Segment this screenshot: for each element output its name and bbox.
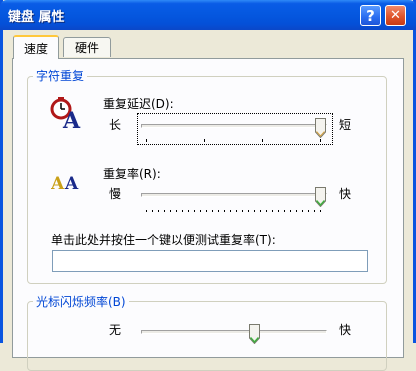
delay-tick-0 xyxy=(146,139,147,142)
close-icon: ✕ xyxy=(390,8,401,23)
help-button[interactable]: ? xyxy=(360,5,381,26)
cursor-blink-group xyxy=(27,301,387,371)
delay-tick-2 xyxy=(262,139,263,142)
char-repeat-group-title: 字符重复 xyxy=(33,67,88,84)
window-title: 键盘 属性 xyxy=(8,10,65,25)
repeat-delay-slider-track[interactable] xyxy=(141,124,327,128)
clock-a-icon: A xyxy=(49,96,85,134)
tab-speed[interactable]: 速度 xyxy=(13,35,59,59)
cursor-blink-slider-track[interactable] xyxy=(141,330,327,334)
tab-speed-label: 速度 xyxy=(23,41,48,56)
help-icon: ? xyxy=(366,6,375,25)
repeat-rate-slider-thumb[interactable] xyxy=(315,187,326,208)
keyboard-properties-window: 键盘 属性 ? ✕ 速度 硬件 字符重复 A 重复延迟(D): 长 短 A A … xyxy=(0,0,416,371)
close-button[interactable]: ✕ xyxy=(385,5,406,26)
delay-tick-3 xyxy=(320,139,321,142)
svg-text:A: A xyxy=(62,108,81,130)
repeat-delay-focus-rect xyxy=(137,113,333,145)
repeat-test-input[interactable] xyxy=(52,250,368,272)
repeat-delay-slider-thumb[interactable] xyxy=(315,118,326,139)
repeat-delay-label: 重复延迟(D): xyxy=(103,97,174,111)
tab-panel-speed: 字符重复 A 重复延迟(D): 长 短 A A 重复率(R): 慢 快 单击此处… xyxy=(12,58,404,371)
repeat-rate-label: 重复率(R): xyxy=(103,167,161,181)
svg-text:A: A xyxy=(64,174,79,193)
aa-icon: A A xyxy=(50,169,85,194)
title-bar[interactable]: 键盘 属性 ? ✕ xyxy=(0,0,416,30)
rate-tick-marks xyxy=(146,210,321,212)
repeat-delay-max-label: 短 xyxy=(339,118,352,132)
cursor-blink-slider-thumb[interactable] xyxy=(248,324,260,345)
cursor-blink-min-label: 无 xyxy=(109,323,122,337)
delay-tick-1 xyxy=(204,139,205,142)
svg-text:A: A xyxy=(51,174,65,193)
repeat-delay-min-label: 长 xyxy=(109,118,122,132)
repeat-rate-max-label: 快 xyxy=(339,187,352,201)
tab-hardware-label: 硬件 xyxy=(74,41,99,55)
repeat-rate-min-label: 慢 xyxy=(109,187,122,201)
tab-hardware[interactable]: 硬件 xyxy=(63,37,111,57)
cursor-blink-group-title: 光标闪烁频率(B) xyxy=(33,293,129,310)
repeat-test-label: 单击此处并按住一个键以便测试重复率(T): xyxy=(51,233,276,247)
repeat-rate-slider-track[interactable] xyxy=(141,193,327,197)
cursor-blink-max-label: 快 xyxy=(339,323,352,337)
